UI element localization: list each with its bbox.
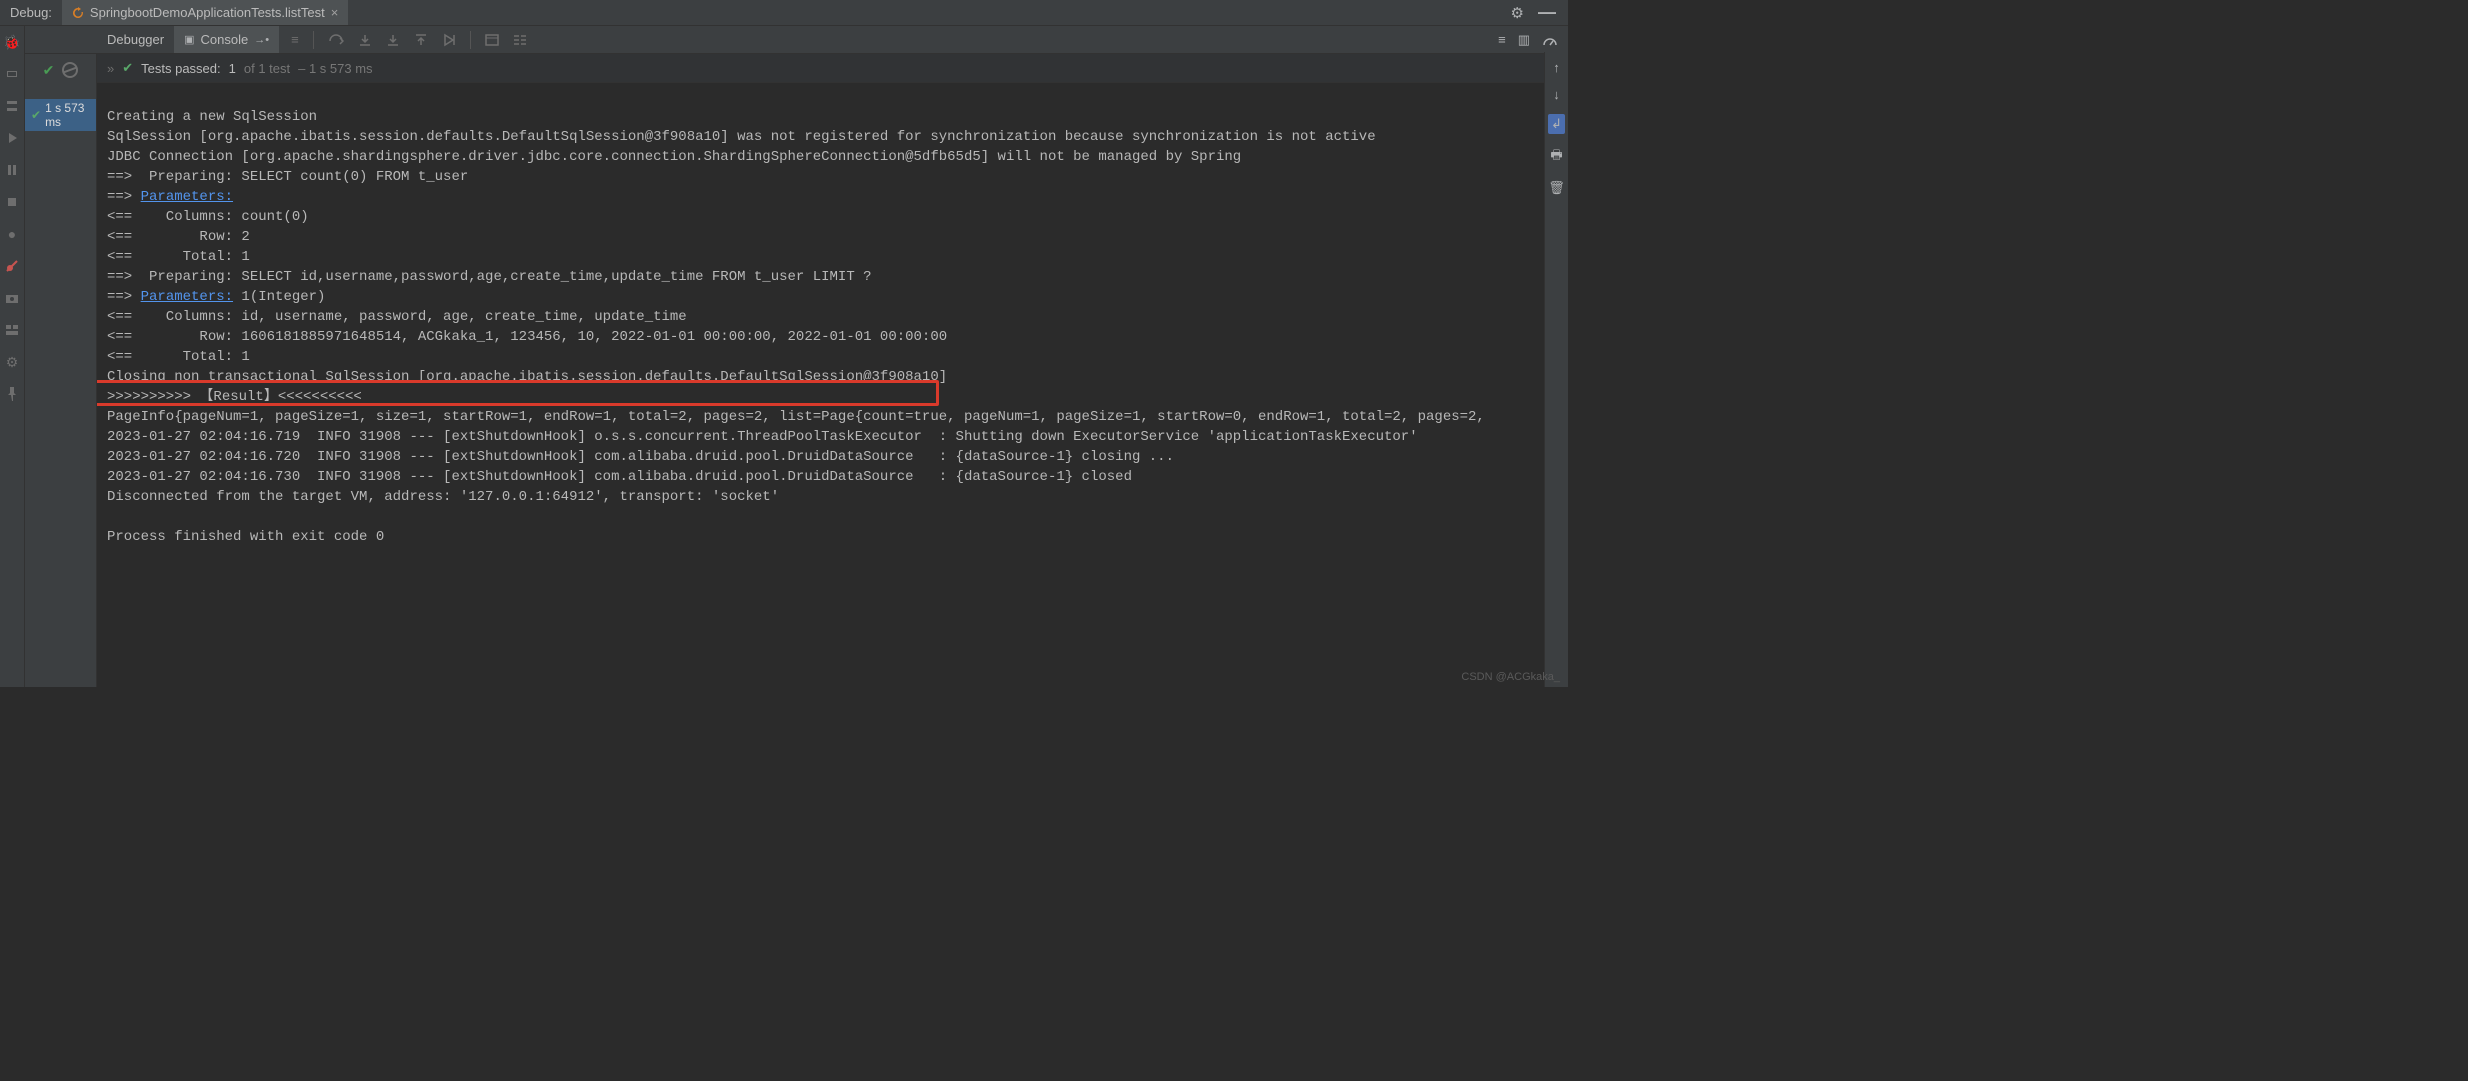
parameters-link[interactable]: Parameters:: [141, 189, 233, 205]
pause-icon[interactable]: [4, 162, 20, 178]
console-tab[interactable]: ▣ Console →•: [174, 26, 279, 53]
debugger-tab[interactable]: Debugger: [97, 26, 174, 53]
dropdown-icon: →•: [254, 34, 269, 46]
console-line: PageInfo{pageNum=1, pageSize=1, size=1, …: [107, 409, 1485, 425]
left-toolbar: 🐞 ● ⚙: [0, 26, 25, 687]
console-line: ==> Preparing: SELECT count(0) FROM t_us…: [107, 169, 468, 185]
console-line: ==> Preparing: SELECT id,username,passwo…: [107, 269, 872, 285]
badge-duration: 1 s 573 ms: [45, 101, 90, 129]
stop-icon[interactable]: [4, 194, 20, 210]
test-controls: ✔ ✔ 1 s 573 ms: [25, 54, 97, 687]
bug-icon[interactable]: 🐞: [4, 34, 20, 50]
mute-breakpoints-icon[interactable]: [4, 258, 20, 274]
rerun-icon: [72, 7, 84, 19]
debug-header: Debug: SpringbootDemoApplicationTests.li…: [0, 0, 1568, 26]
run-config-tab[interactable]: SpringbootDemoApplicationTests.listTest …: [62, 0, 348, 25]
stepping-toolbar: ≡: [279, 31, 527, 49]
console-line: Disconnected from the target VM, address…: [107, 489, 779, 505]
console-line: Creating a new SqlSession: [107, 109, 317, 125]
console-line: 2023-01-27 02:04:16.730 INFO 31908 --- […: [107, 469, 1132, 485]
gauge-icon[interactable]: [1542, 33, 1558, 47]
console-line: <== Row: 1606181885971648514, ACGkaka_1,…: [107, 329, 947, 345]
settings-icon[interactable]: ⚙: [4, 354, 20, 370]
run-to-cursor-icon[interactable]: [442, 33, 456, 47]
trash-icon[interactable]: 🗑: [1548, 180, 1565, 196]
minimize-icon[interactable]: —: [1538, 2, 1556, 23]
console-line: <== Total: 1: [107, 249, 250, 265]
arrow-up-icon[interactable]: ↑: [1553, 60, 1560, 75]
tab-title: SpringbootDemoApplicationTests.listTest: [90, 5, 325, 20]
console-line: <== Columns: count(0): [107, 209, 309, 225]
console-line: ==>: [107, 289, 141, 305]
check-icon[interactable]: ✔: [43, 62, 55, 79]
console-line: 2023-01-27 02:04:16.720 INFO 31908 --- […: [107, 449, 1174, 465]
pin-icon[interactable]: [4, 386, 20, 402]
toolbar-right: ≡ ▥: [1498, 32, 1568, 48]
badge-check-icon: ✔: [31, 108, 41, 122]
console-line: 2023-01-27 02:04:16.719 INFO 31908 --- […: [107, 429, 1418, 445]
tests-prefix: Tests passed:: [141, 61, 221, 76]
separator: [470, 31, 471, 49]
debug-toolbar: Debugger ▣ Console →• ≡ ≡ ▥: [25, 26, 1568, 54]
gear-icon[interactable]: ⚙: [1511, 4, 1524, 22]
console-play-icon: ▣: [184, 33, 194, 46]
tests-count: 1: [229, 61, 236, 76]
console-line: <== Row: 2: [107, 229, 250, 245]
chevron-icon[interactable]: »: [107, 61, 114, 76]
layout-icon2[interactable]: ▥: [1518, 32, 1530, 48]
softwrap-icon[interactable]: ↲: [1548, 114, 1565, 134]
console-line: SqlSession [org.apache.ibatis.session.de…: [107, 129, 1376, 145]
parameters-link[interactable]: Parameters:: [141, 289, 233, 305]
trace-icon[interactable]: [513, 34, 527, 46]
console-line: >>>>>>>>>> 【Result】<<<<<<<<<<: [107, 389, 362, 405]
console-tab-label: Console: [201, 32, 249, 47]
console-line: Process finished with exit code 0: [107, 529, 384, 545]
watermark: CSDN @ACGkaka_: [1461, 671, 1560, 683]
no-entry-icon[interactable]: [62, 62, 78, 78]
console-line: JDBC Connection [org.apache.shardingsphe…: [107, 149, 1241, 165]
tests-summary-bar: » ✔ Tests passed: 1 of 1 test – 1 s 573 …: [97, 54, 1568, 83]
console-line: ==>: [107, 189, 141, 205]
breakpoint-icon[interactable]: ●: [4, 226, 20, 242]
camera-icon[interactable]: [4, 290, 20, 306]
force-step-into-icon[interactable]: [386, 33, 400, 47]
console-output[interactable]: Creating a new SqlSession SqlSession [or…: [97, 83, 1568, 687]
console-line: <== Total: 1: [107, 349, 250, 365]
frames-icon[interactable]: [4, 66, 20, 82]
step-into-icon[interactable]: [358, 33, 372, 47]
threads-icon[interactable]: [4, 98, 20, 114]
list-icon[interactable]: ≡: [291, 32, 299, 47]
console-line: <== Columns: id, username, password, age…: [107, 309, 687, 325]
step-over-icon[interactable]: [328, 33, 344, 47]
separator: [313, 31, 314, 49]
print-icon[interactable]: 🖶: [1550, 146, 1562, 168]
tests-of: of 1 test: [244, 61, 290, 76]
header-right-controls: ⚙ —: [1511, 2, 1568, 23]
layout-icon[interactable]: [4, 322, 20, 338]
console-line: Closing non transactional SqlSession [or…: [107, 369, 947, 385]
play-icon[interactable]: [4, 130, 20, 146]
step-out-icon[interactable]: [414, 33, 428, 47]
param-suffix: 1(Integer): [233, 289, 325, 305]
right-toolbar: ↑ ↓ ↲ 🖶 🗑: [1544, 52, 1568, 687]
debug-label: Debug:: [0, 5, 62, 20]
tests-duration: – 1 s 573 ms: [298, 61, 372, 76]
test-duration-badge[interactable]: ✔ 1 s 573 ms: [25, 99, 96, 131]
evaluate-icon[interactable]: [485, 34, 499, 46]
list-icon2[interactable]: ≡: [1498, 32, 1506, 47]
close-icon[interactable]: ×: [331, 5, 339, 20]
passed-check-icon: ✔: [122, 60, 133, 76]
arrow-down-icon[interactable]: ↓: [1553, 87, 1560, 102]
